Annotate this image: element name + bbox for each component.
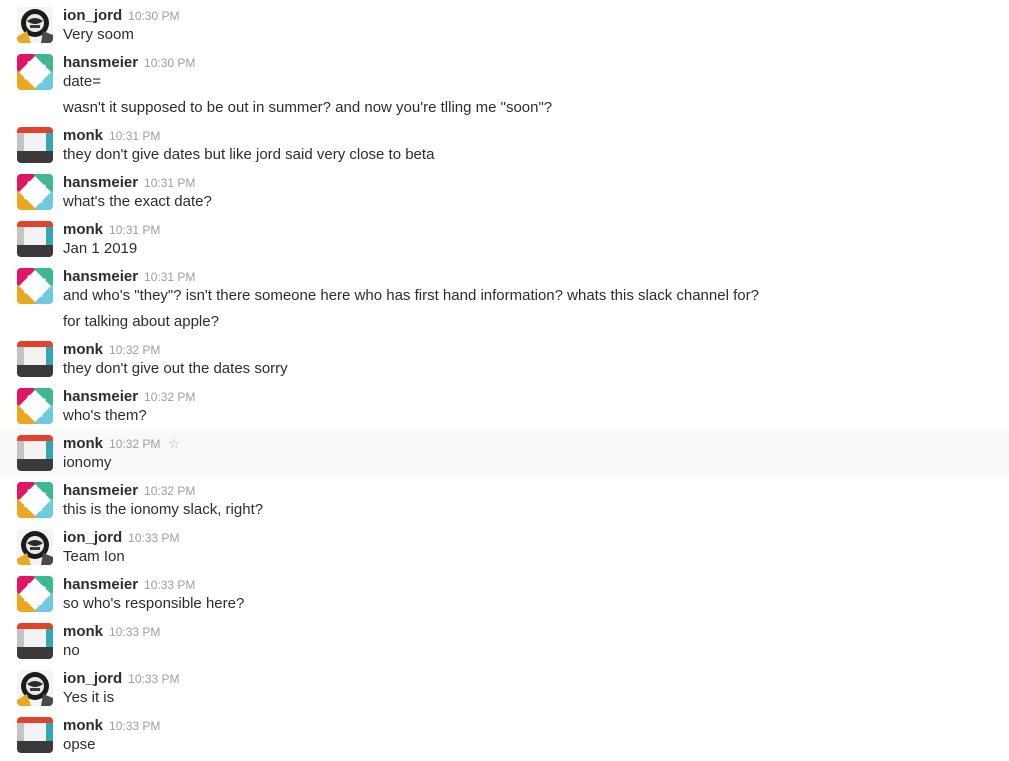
message-item[interactable]: hansmeier 10:32 PM this is the ionomy slac… [0,480,1009,522]
slack-logo-avatar-icon[interactable] [17,388,53,424]
author-name[interactable]: hansmeier [63,388,138,405]
message-timestamp[interactable]: 10:31 PM [109,129,160,143]
message-text: Yes it is [63,689,115,706]
message-text: for talking about apple? [63,313,219,330]
slack-logo-avatar-icon[interactable] [17,268,53,304]
author-name[interactable]: hansmeier [63,576,138,593]
message-header: ion_jord 10:33 PM [63,669,180,689]
message-timestamp[interactable]: 10:30 PM [128,9,179,23]
author-name[interactable]: hansmeier [63,268,138,285]
message-item[interactable]: monk 10:33 PM no [0,621,1009,663]
slack-logo-avatar-icon[interactable] [17,482,53,518]
author-name[interactable]: monk [63,127,103,144]
message-header: monk 10:32 PM [63,340,160,360]
message-list: ion_jord 10:30 PM Very soom hansmeier 10:30 … [0,0,1009,761]
message-timestamp[interactable]: 10:30 PM [144,56,195,70]
message-text: ionomy [63,454,112,471]
monk-avatar-icon[interactable] [17,435,53,471]
message-item[interactable]: monk 10:31 PM they don't give dates but li… [0,125,1009,167]
message-timestamp[interactable]: 10:33 PM [109,625,160,639]
message-header: hansmeier 10:31 PM [63,173,195,193]
monk-avatar-icon[interactable] [17,717,53,753]
message-timestamp[interactable]: 10:32 PM [109,437,160,451]
message-text: no [63,642,80,659]
author-name[interactable]: hansmeier [63,54,138,71]
message-header: hansmeier 10:30 PM [63,53,195,73]
message-text: so who's responsible here? [63,595,245,612]
message-text: wasn't it supposed to be out in summer? … [63,99,553,116]
message-header: hansmeier 10:32 PM [63,387,195,407]
message-header: monk 10:33 PM [63,622,160,642]
message-item[interactable]: hansmeier 10:31 PM what's the exact date? [0,172,1009,214]
message-item[interactable]: hansmeier 10:33 PM so who's responsible he… [0,574,1009,616]
message-timestamp[interactable]: 10:33 PM [128,531,179,545]
message-item[interactable]: monk 10:31 PM Jan 1 2019 [0,219,1009,261]
message-text: what's the exact date? [63,193,212,210]
message-item[interactable]: ion_jord 10:30 PM Very soom [0,5,1009,47]
message-item[interactable]: hansmeier 10:32 PM who's them? [0,386,1009,428]
author-name[interactable]: hansmeier [63,174,138,191]
message-header: hansmeier 10:31 PM [63,267,195,287]
message-text: Jan 1 2019 [63,240,138,257]
message-timestamp[interactable]: 10:32 PM [144,484,195,498]
message-text: they don't give dates but like jord said… [63,146,435,163]
ion-jord-avatar-icon[interactable] [17,7,53,43]
message-text: Very soom [63,26,134,43]
ion-jord-avatar-icon[interactable] [17,670,53,706]
message-header: hansmeier 10:32 PM [63,481,195,501]
message-text: they don't give out the dates sorry [63,360,288,377]
author-name[interactable]: ion_jord [63,670,122,687]
author-name[interactable]: monk [63,221,103,238]
message-text: Team Ion [63,548,125,565]
star-outline-icon[interactable]: ☆ [168,436,180,451]
message-timestamp[interactable]: 10:32 PM [109,343,160,357]
message-item[interactable]: hansmeier 10:30 PM date= wasn't it supposed… [0,52,1009,120]
author-name[interactable]: monk [63,717,103,734]
message-item[interactable]: ion_jord 10:33 PM Team Ion [0,527,1009,569]
message-header: ion_jord 10:33 PM [63,528,180,548]
author-name[interactable]: hansmeier [63,482,138,499]
message-header: monk 10:31 PM [63,220,160,240]
author-name[interactable]: ion_jord [63,7,122,24]
slack-logo-avatar-icon[interactable] [17,54,53,90]
message-header: monk 10:31 PM [63,126,160,146]
message-timestamp[interactable]: 10:31 PM [144,270,195,284]
message-item[interactable]: ion_jord 10:33 PM Yes it is [0,668,1009,710]
message-header: ion_jord 10:30 PM [63,6,180,26]
monk-avatar-icon[interactable] [17,221,53,257]
message-item[interactable]: monk 10:32 PM ☆ ionomy [0,429,1009,477]
author-name[interactable]: monk [63,341,103,358]
monk-avatar-icon[interactable] [17,127,53,163]
message-item[interactable]: monk 10:32 PM they don't give out the date… [0,339,1009,381]
message-timestamp[interactable]: 10:33 PM [109,719,160,733]
message-timestamp[interactable]: 10:31 PM [109,223,160,237]
message-item[interactable]: monk 10:33 PM opse [0,715,1009,757]
slack-logo-avatar-icon[interactable] [17,174,53,210]
monk-avatar-icon[interactable] [17,623,53,659]
author-name[interactable]: monk [63,623,103,640]
monk-avatar-icon[interactable] [17,341,53,377]
message-timestamp[interactable]: 10:31 PM [144,176,195,190]
ion-jord-avatar-icon[interactable] [17,529,53,565]
message-header: monk 10:33 PM [63,716,160,736]
slack-logo-avatar-icon[interactable] [17,576,53,612]
message-timestamp[interactable]: 10:32 PM [144,390,195,404]
message-text: this is the ionomy slack, right? [63,501,264,518]
message-text: date= [63,73,101,90]
message-header: monk 10:32 PM ☆ [63,434,180,454]
message-text: opse [63,736,96,753]
message-timestamp[interactable]: 10:33 PM [128,672,179,686]
message-text: who's them? [63,407,147,424]
message-text: and who's "they"? isn't there someone he… [63,287,759,304]
author-name[interactable]: monk [63,435,103,452]
author-name[interactable]: ion_jord [63,529,122,546]
message-item[interactable]: hansmeier 10:31 PM and who's "they"? isn't… [0,266,1009,334]
message-timestamp[interactable]: 10:33 PM [144,578,195,592]
message-header: hansmeier 10:33 PM [63,575,195,595]
